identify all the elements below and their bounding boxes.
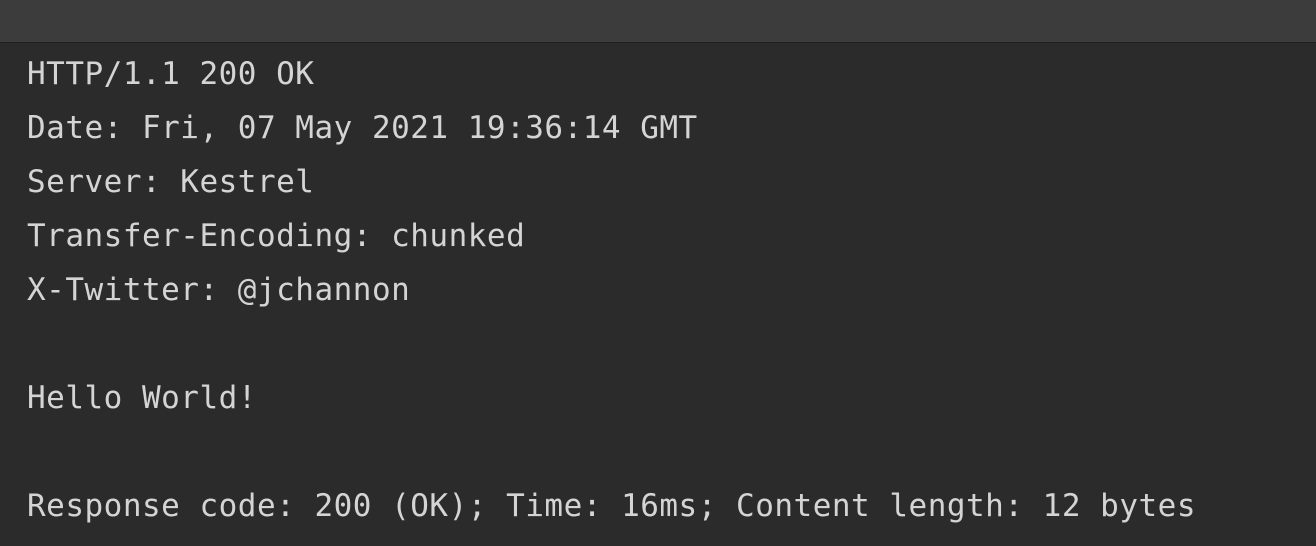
response-summary: Response code: 200 (OK); Time: 16ms; Con…: [27, 488, 1196, 524]
header-date: Date: Fri, 07 May 2021 19:36:14 GMT: [27, 110, 698, 146]
response-body: Hello World!: [27, 380, 257, 416]
toolbar-area: [0, 0, 1316, 43]
header-x-twitter: X-Twitter: @jchannon: [27, 272, 411, 308]
header-transfer-encoding: Transfer-Encoding: chunked: [27, 218, 526, 254]
header-server: Server: Kestrel: [27, 164, 315, 200]
http-response-panel: HTTP/1.1 200 OK Date: Fri, 07 May 2021 1…: [0, 44, 1316, 546]
status-line: HTTP/1.1 200 OK: [27, 56, 315, 92]
